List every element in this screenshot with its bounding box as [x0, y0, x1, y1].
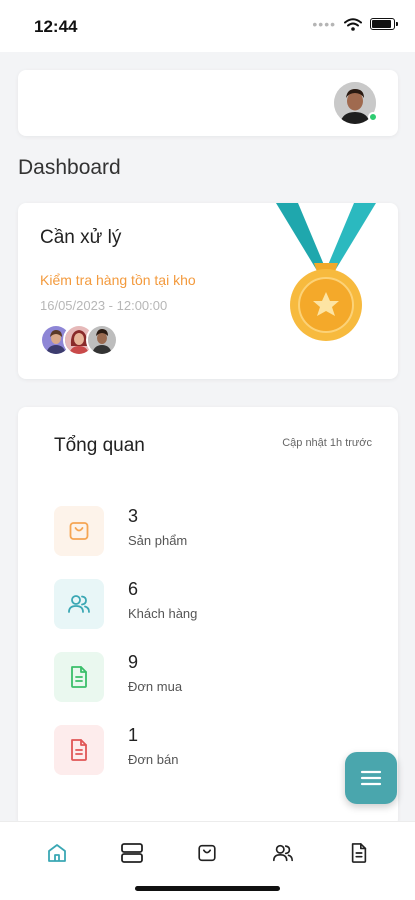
- online-status-dot: [368, 112, 378, 122]
- document-icon: [71, 739, 87, 761]
- stat-icon-box: [54, 506, 104, 556]
- battery-icon: [370, 18, 398, 30]
- pending-title: Cần xử lý: [40, 227, 122, 248]
- home-indicator: [135, 886, 280, 891]
- bottom-nav: [0, 821, 415, 900]
- status-time: 12:44: [34, 17, 78, 36]
- stat-value: 6: [128, 579, 139, 599]
- users-icon: [68, 595, 90, 613]
- stat-label: Khách hàng: [128, 606, 198, 621]
- stat-label: Sản phẩm: [128, 533, 188, 548]
- status-icons: ••••: [312, 16, 398, 32]
- users-icon: [273, 844, 293, 862]
- pending-task-card[interactable]: Cần xử lý Kiểm tra hàng tồn tại kho 16/0…: [18, 203, 398, 379]
- bag-icon: [198, 844, 216, 862]
- assignee-avatar: [86, 324, 118, 356]
- stat-label: Đơn mua: [128, 679, 183, 694]
- nav-products[interactable]: [194, 840, 220, 866]
- nav-customers[interactable]: [270, 840, 296, 866]
- user-avatar[interactable]: [334, 82, 378, 124]
- stat-value: 9: [128, 652, 139, 672]
- stat-icon-box: [54, 725, 104, 775]
- nav-home[interactable]: [44, 840, 70, 866]
- status-bar: 12:44 ••••: [0, 0, 415, 52]
- stat-purchase-orders[interactable]: 9 Đơn mua: [54, 652, 354, 702]
- hamburger-menu-icon: [360, 770, 382, 786]
- stat-icon-box: [54, 652, 104, 702]
- server-icon: [121, 843, 143, 863]
- home-icon: [48, 844, 66, 862]
- document-icon: [71, 666, 87, 688]
- assignee-avatars: [40, 324, 118, 356]
- stat-value: 1: [128, 725, 139, 745]
- signal-dots-icon: ••••: [312, 16, 336, 32]
- stat-label: Đơn bán: [128, 752, 179, 767]
- stat-icon-box: [54, 579, 104, 629]
- pending-task-datetime: 16/05/2023 - 12:00:00: [40, 298, 168, 313]
- nav-storage[interactable]: [119, 840, 145, 866]
- medal-icon: [276, 203, 376, 341]
- overview-title: Tổng quan: [54, 435, 145, 456]
- stat-products[interactable]: 3 Sản phẩm: [54, 506, 354, 556]
- stat-sales-orders[interactable]: 1 Đơn bán: [54, 725, 354, 775]
- header-card: [18, 70, 398, 136]
- document-icon: [351, 843, 367, 863]
- stat-customers[interactable]: 6 Khách hàng: [54, 579, 354, 629]
- nav-orders[interactable]: [346, 840, 372, 866]
- pending-task-name[interactable]: Kiểm tra hàng tồn tại kho: [40, 272, 196, 288]
- battery-fill: [372, 20, 391, 28]
- menu-fab-button[interactable]: [345, 752, 397, 804]
- overview-card: Tổng quan Cập nhật 1h trước 3 Sản phẩm 6…: [18, 407, 398, 827]
- stat-value: 3: [128, 506, 139, 526]
- overview-updated-time: Cập nhật 1h trước: [282, 437, 372, 449]
- page-title: Dashboard: [18, 156, 121, 179]
- wifi-icon: [344, 17, 362, 31]
- bag-icon: [69, 522, 89, 540]
